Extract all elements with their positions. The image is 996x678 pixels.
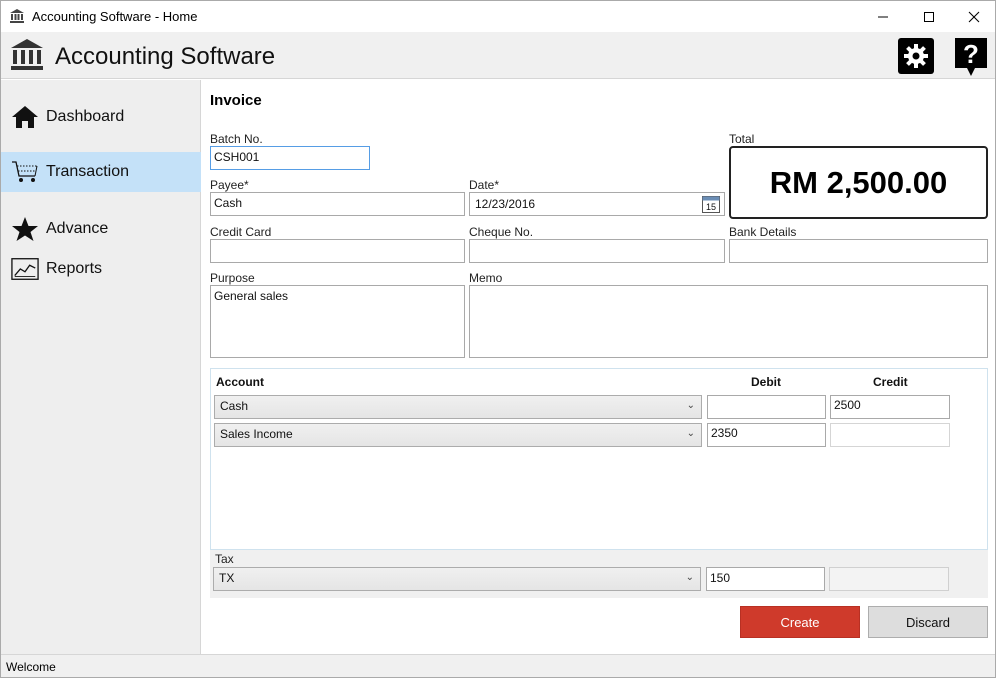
home-icon [12,106,38,128]
tax-label: Tax [215,552,234,566]
payee-label: Payee* [210,178,249,192]
gear-icon [904,44,928,68]
purpose-label: Purpose [210,271,255,285]
sidebar-item-label: Dashboard [46,108,125,125]
status-text: Welcome [6,660,56,674]
chart-icon [11,258,39,280]
total-label: Total [729,132,755,146]
total-value: RM 2,500.00 [729,146,988,219]
debit-field[interactable] [707,395,826,419]
credit-field[interactable]: 2500 [830,395,950,419]
chevron-down-icon: ⌄ [686,428,695,439]
maximize-button[interactable] [906,1,952,32]
bank-details-field[interactable] [729,239,988,263]
help-icon: ? [963,39,979,69]
credit-field[interactable] [830,423,950,447]
batch-no-label: Batch No. [210,132,263,146]
window-title: Accounting Software - Home [32,9,198,24]
account-column-header: Account [216,375,264,389]
minimize-button[interactable] [860,1,906,32]
date-picker[interactable]: 12/23/2016 15 [469,192,725,216]
chevron-down-icon: ⌄ [686,400,695,411]
credit-card-label: Credit Card [210,225,272,239]
tax-select[interactable]: TX ⌄ [213,567,701,591]
tax-section: Tax TX ⌄ 150 [210,550,988,598]
date-label: Date* [469,178,500,192]
app-header: Accounting Software ? [1,32,995,79]
app-name: Accounting Software [55,43,276,70]
payee-field[interactable]: Cash [210,192,465,216]
calendar-icon[interactable]: 15 [702,195,720,213]
invoice-form: Invoice Batch No. CSH001 Total RM 2,500.… [202,80,995,654]
batch-no-field[interactable]: CSH001 [210,146,370,170]
create-button[interactable]: Create [740,606,860,638]
debit-column-header: Debit [751,375,781,389]
tax-code-value: TX [219,571,235,585]
sidebar-item-transaction[interactable]: Transaction [1,152,201,192]
purpose-field[interactable]: General sales [210,285,465,358]
status-bar: Welcome [1,654,995,677]
account-select[interactable]: Cash ⌄ [214,395,702,419]
sidebar: Dashboard Transaction Advance Reports [1,80,201,654]
journal-grid: Account Debit Credit Cash ⌄ 2500 Sales I… [210,368,988,550]
maximize-icon [924,11,934,22]
close-button[interactable] [951,1,996,32]
sidebar-item-reports[interactable]: Reports [1,249,201,289]
bank-icon [11,39,43,70]
sidebar-item-label: Advance [46,220,109,237]
chevron-down-icon: ⌄ [685,572,694,583]
app-window: Accounting Software - Home Accounting So… [0,0,996,678]
account-select[interactable]: Sales Income ⌄ [214,423,702,447]
sidebar-item-dashboard[interactable]: Dashboard [1,97,201,137]
cheque-no-label: Cheque No. [469,225,534,239]
account-value: Cash [220,399,249,413]
page-title: Invoice [210,92,262,109]
credit-card-field[interactable] [210,239,465,263]
title-bar: Accounting Software - Home [1,1,995,32]
bank-icon [10,9,24,23]
help-button[interactable]: ? [953,36,989,78]
star-icon [12,217,38,241]
memo-label: Memo [469,271,503,285]
svg-text:15: 15 [706,202,716,212]
cheque-no-field[interactable] [469,239,725,263]
debit-field[interactable]: 2350 [707,423,826,447]
sidebar-item-advance[interactable]: Advance [1,209,201,249]
tax-debit-field[interactable]: 150 [706,567,825,591]
minimize-icon [878,16,888,17]
discard-button[interactable]: Discard [868,606,988,638]
date-value: 12/23/2016 [475,197,536,211]
credit-column-header: Credit [873,375,908,389]
memo-field[interactable] [469,285,988,358]
settings-button[interactable] [898,38,934,74]
close-icon [968,11,980,22]
tax-credit-field [829,567,949,591]
bank-details-label: Bank Details [729,225,797,239]
sidebar-item-label: Reports [46,260,103,277]
sidebar-item-label: Transaction [46,163,129,180]
account-value: Sales Income [220,427,293,441]
cart-icon [12,161,38,182]
